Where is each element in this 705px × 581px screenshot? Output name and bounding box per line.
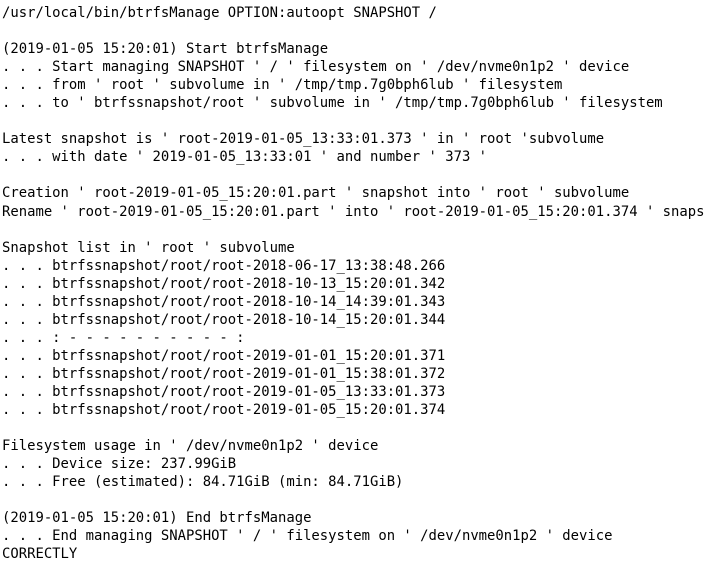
terminal-line: . . . btrfssnapshot/root/root-2018-10-14… (2, 293, 446, 310)
terminal-line: . . . btrfssnapshot/root/root-2018-10-13… (2, 275, 446, 292)
terminal-output-pane[interactable]: /usr/local/bin/btrfsManage OPTION:autoop… (0, 0, 705, 581)
terminal-line: . . . btrfssnapshot/root/root-2019-01-05… (2, 383, 446, 400)
terminal-line: . . . End managing SNAPSHOT ' / ' filesy… (2, 528, 613, 545)
terminal-line: . . . from ' root ' subvolume in ' /tmp/… (2, 77, 563, 94)
terminal-line-status: CORRECTLY (2, 546, 78, 563)
terminal-line: . . . btrfssnapshot/root/root-2019-01-01… (2, 347, 446, 364)
terminal-line-separator: . . . : - - - - - - - - - - : (2, 329, 245, 346)
terminal-line: . . . btrfssnapshot/root/root-2019-01-05… (2, 402, 446, 419)
terminal-line: Creation ' root-2019-01-05_15:20:01.part… (2, 185, 630, 202)
terminal-line: . . . btrfssnapshot/root/root-2018-10-14… (2, 311, 446, 328)
terminal-line: Rename ' root-2019-01-05_15:20:01.part '… (2, 203, 705, 220)
terminal-line: (2019-01-05 15:20:01) Start btrfsManage (2, 41, 329, 58)
terminal-line: . . . btrfssnapshot/root/root-2018-06-17… (2, 257, 446, 274)
terminal-line: (2019-01-05 15:20:01) End btrfsManage (2, 510, 312, 527)
terminal-line: . . . Free (estimated): 84.71GiB (min: 8… (2, 474, 404, 491)
terminal-line: /usr/local/bin/btrfsManage OPTION:autoop… (2, 5, 437, 21)
terminal-line: . . . Start managing SNAPSHOT ' / ' file… (2, 59, 630, 76)
terminal-line: Snapshot list in ' root ' subvolume (2, 239, 295, 256)
terminal-line: . . . btrfssnapshot/root/root-2019-01-01… (2, 365, 446, 382)
terminal-line: Latest snapshot is ' root-2019-01-05_13:… (2, 131, 605, 148)
terminal-line: . . . with date ' 2019-01-05_13:33:01 ' … (2, 149, 488, 166)
terminal-line: . . . to ' btrfssnapshot/root ' subvolum… (2, 95, 663, 112)
terminal-line: Filesystem usage in ' /dev/nvme0n1p2 ' d… (2, 438, 379, 455)
terminal-line: . . . Device size: 237.99GiB (2, 456, 237, 473)
